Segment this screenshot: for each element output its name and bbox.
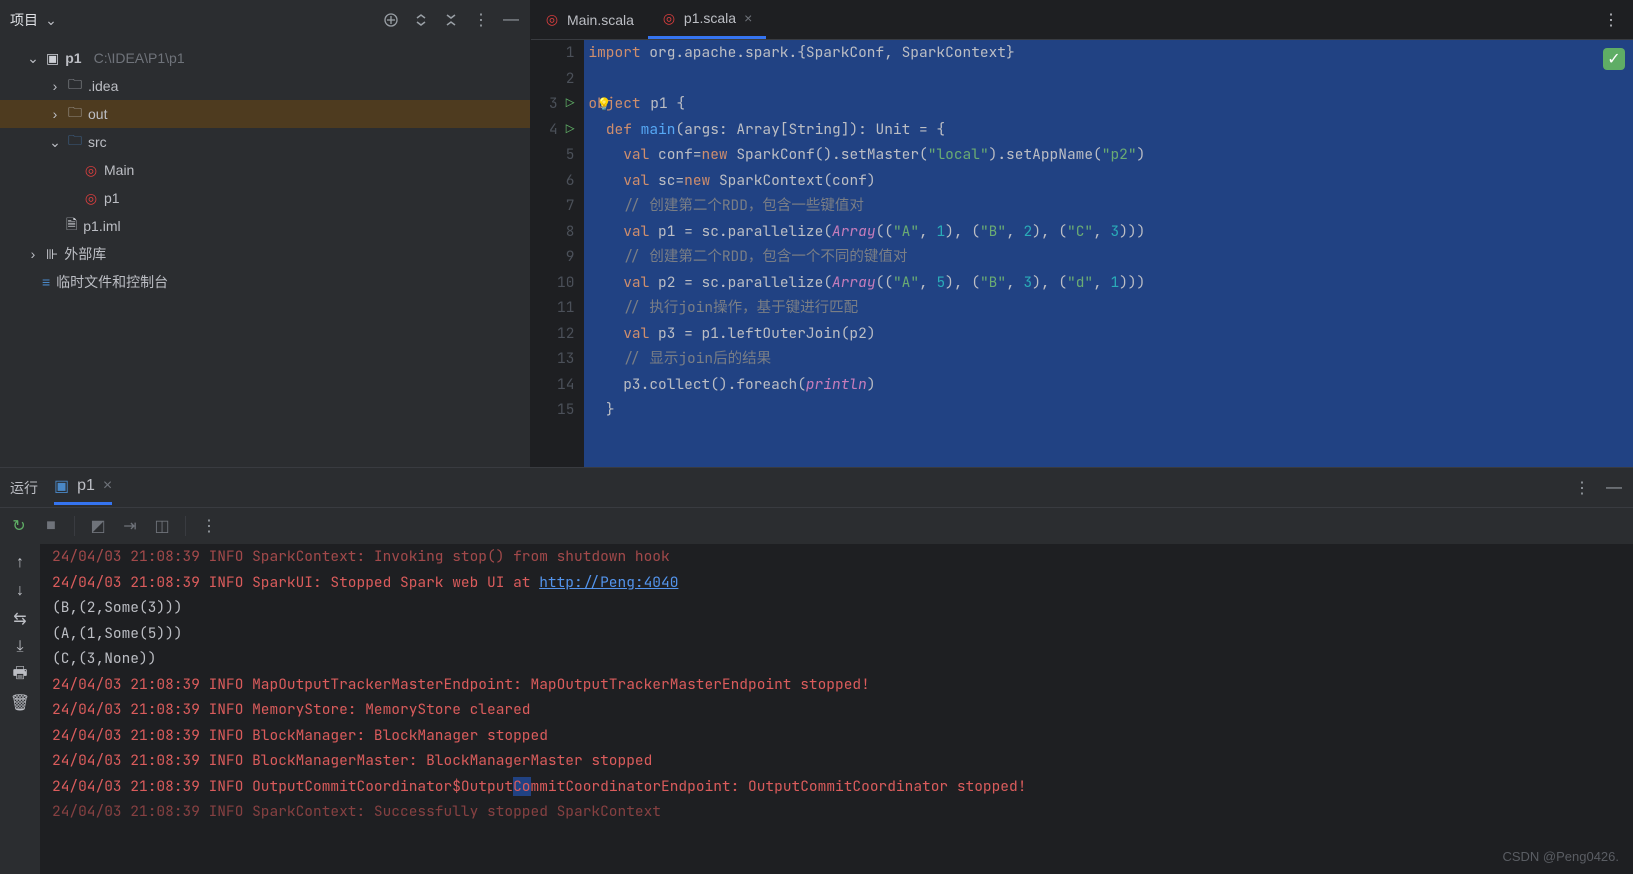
console-line: 24/04/03 21:08:39 INFO SparkUI: Stopped …	[52, 570, 1633, 596]
tab-label: p1.scala	[684, 10, 736, 26]
editor-area: ◎ Main.scala ◎ p1.scala × ⋮ 1 2 3▷ 4▷ 5 …	[531, 0, 1633, 467]
run-tab-p1[interactable]: ▣ p1 ×	[54, 470, 112, 505]
tree-item-external[interactable]: › ⊪ 外部库	[0, 240, 530, 268]
chevron-right-icon: ›	[48, 106, 62, 122]
watermark: CSDN @Peng0426.	[1502, 849, 1619, 864]
chevron-down-icon: ⌄	[44, 12, 58, 29]
tree-item-out[interactable]: › 🗀 out	[0, 100, 530, 128]
collapse-all-icon[interactable]	[442, 11, 460, 29]
console-line: 24/04/03 21:08:39 INFO BlockManagerMaste…	[52, 748, 1633, 774]
console-link[interactable]: http://Peng:4040	[539, 573, 678, 592]
tree-item-src[interactable]: ⌄ 🗀 src	[0, 128, 530, 156]
chevron-right-icon: ›	[48, 78, 62, 94]
tree-item-label: p1	[104, 190, 120, 206]
stop-icon[interactable]: ■	[42, 517, 60, 535]
project-panel-title[interactable]: 项目 ⌄	[10, 10, 58, 30]
chevron-down-icon: ⌄	[48, 134, 62, 151]
minimize-icon[interactable]: —	[502, 11, 520, 29]
folder-icon: 🗀	[68, 102, 82, 126]
console-line: 24/04/03 21:08:39 INFO SparkContext: Inv…	[52, 544, 1633, 570]
run-panel: 运行 ▣ p1 × ⋮ — ↻ ■ ◩ ⇥ ◫ ⋮ ↑ ↓ ⇆	[0, 467, 1633, 874]
run-icon[interactable]: ▷	[566, 117, 575, 143]
select-open-file-icon[interactable]	[382, 11, 400, 29]
tree-item-label: Main	[104, 162, 134, 178]
scroll-end-icon[interactable]: ⤓	[11, 638, 29, 656]
console-line: 24/04/03 21:08:39 INFO OutputCommitCoord…	[52, 774, 1633, 800]
tree-item-label: p1.iml	[83, 218, 120, 234]
console-line: (A,(1,Some(5)))	[52, 621, 1633, 647]
console-line: (B,(2,Some(3)))	[52, 595, 1633, 621]
layout-icon[interactable]: ◫	[153, 517, 171, 535]
more-icon[interactable]: ⋮	[1573, 479, 1591, 497]
folder-icon: 🗀	[68, 74, 82, 98]
gutter: 1 2 3▷ 4▷ 5 6 7 8 9 10 11 12 13 14 15	[531, 40, 584, 467]
camera-icon[interactable]: ◩	[89, 517, 107, 535]
console-line: 24/04/03 21:08:39 INFO SparkContext: Suc…	[52, 799, 1633, 825]
tab-main-scala[interactable]: ◎ Main.scala	[531, 0, 648, 39]
tree-root-path: C:\IDEA\P1\p1	[94, 50, 185, 66]
tab-more-icon[interactable]: ⋮	[1589, 0, 1633, 39]
run-config-icon: ▣	[54, 476, 69, 496]
run-toolbar: ↻ ■ ◩ ⇥ ◫ ⋮	[0, 508, 1633, 544]
tree-item-p1[interactable]: ◎ p1	[0, 184, 530, 212]
tree-item-idea[interactable]: › 🗀 .idea	[0, 72, 530, 100]
tree-item-main[interactable]: ◎ Main	[0, 156, 530, 184]
chevron-right-icon: ›	[26, 246, 40, 262]
tree-item-label: .idea	[88, 78, 118, 94]
project-tree: ⌄ ▣ p1 C:\IDEA\P1\p1 › 🗀 .idea › 🗀 out ⌄	[0, 40, 530, 300]
file-icon: 🗎	[66, 214, 77, 238]
tree-item-scratch[interactable]: ≡ 临时文件和控制台	[0, 268, 530, 296]
more-icon[interactable]: ⋮	[472, 11, 490, 29]
soft-wrap-icon[interactable]: ⇆	[11, 610, 29, 628]
scala-object-icon: ◎	[84, 191, 98, 205]
scratch-icon: ≡	[42, 274, 50, 290]
scala-object-icon: ◎	[84, 163, 98, 177]
scala-object-icon: ◎	[662, 11, 676, 25]
minimize-icon[interactable]: —	[1605, 479, 1623, 497]
run-icon[interactable]: ▷	[566, 91, 575, 117]
up-arrow-icon[interactable]: ↑	[11, 554, 29, 572]
library-icon: ⊪	[46, 246, 58, 263]
folder-icon: 🗀	[68, 130, 82, 154]
close-icon[interactable]: ×	[103, 477, 112, 495]
console-line: 24/04/03 21:08:39 INFO BlockManager: Blo…	[52, 723, 1633, 749]
tree-root-label: p1	[65, 50, 81, 66]
exit-icon[interactable]: ⇥	[121, 517, 139, 535]
check-badge-icon[interactable]: ✓	[1603, 48, 1625, 70]
run-panel-title: 运行	[10, 478, 38, 498]
chevron-down-icon: ⌄	[26, 50, 40, 67]
console-line: (C,(3,None))	[52, 646, 1633, 672]
more-icon[interactable]: ⋮	[200, 517, 218, 535]
code-body[interactable]: import org.apache.spark.{SparkConf, Spar…	[584, 40, 1633, 467]
tree-item-label: 外部库	[64, 244, 106, 264]
expand-all-icon[interactable]	[412, 11, 430, 29]
code-editor[interactable]: 1 2 3▷ 4▷ 5 6 7 8 9 10 11 12 13 14 15 im…	[531, 40, 1633, 467]
trash-icon[interactable]: 🗑	[11, 694, 29, 712]
tree-item-label: 临时文件和控制台	[56, 272, 168, 292]
module-icon: ▣	[46, 50, 59, 67]
tree-root[interactable]: ⌄ ▣ p1 C:\IDEA\P1\p1	[0, 44, 530, 72]
scala-object-icon: ◎	[545, 13, 559, 27]
tree-item-label: src	[88, 134, 107, 150]
tree-item-label: out	[88, 106, 107, 122]
console-line: 24/04/03 21:08:39 INFO MapOutputTrackerM…	[52, 672, 1633, 698]
run-tab-label: p1	[77, 477, 95, 495]
rerun-icon[interactable]: ↻	[10, 517, 28, 535]
console-gutter: ↑ ↓ ⇆ ⤓ 🖶 🗑	[0, 544, 40, 874]
down-arrow-icon[interactable]: ↓	[11, 582, 29, 600]
close-icon[interactable]: ×	[744, 10, 752, 26]
editor-tabs: ◎ Main.scala ◎ p1.scala × ⋮	[531, 0, 1633, 40]
tree-item-iml[interactable]: 🗎 p1.iml	[0, 212, 530, 240]
print-icon[interactable]: 🖶	[11, 666, 29, 684]
tab-p1-scala[interactable]: ◎ p1.scala ×	[648, 0, 766, 39]
intention-bulb-icon[interactable]: 💡	[597, 96, 612, 112]
console-output[interactable]: 24/04/03 21:08:39 INFO SparkContext: Inv…	[40, 544, 1633, 874]
project-panel: 项目 ⌄ ⋮ — ⌄ ▣ p1 C:\IDEA\P1\p1 ›	[0, 0, 531, 467]
console-line: 24/04/03 21:08:39 INFO MemoryStore: Memo…	[52, 697, 1633, 723]
tab-label: Main.scala	[567, 12, 634, 28]
